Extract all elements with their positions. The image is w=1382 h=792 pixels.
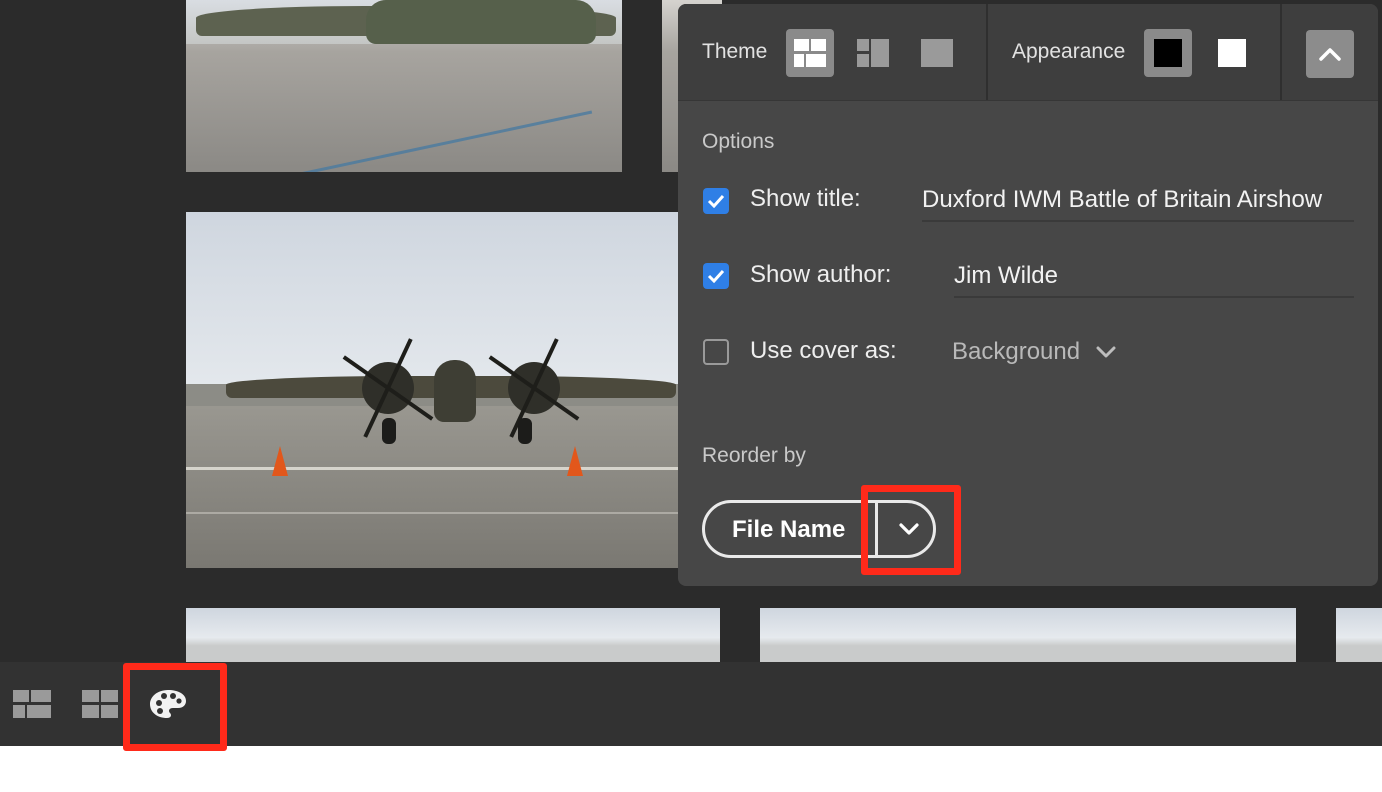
- reorder-select[interactable]: File Name: [702, 500, 936, 558]
- bottom-toolbar: [0, 662, 1382, 751]
- collapse-panel-button[interactable]: [1306, 30, 1354, 78]
- theme-palette-button[interactable]: [148, 684, 188, 724]
- cover-mode-value: Background: [952, 338, 1081, 365]
- chevron-down-icon: [898, 523, 919, 535]
- dark-swatch-icon: [1154, 39, 1182, 67]
- theme-grid-button[interactable]: [849, 29, 897, 77]
- gallery-canvas: Theme Appearance Options Show title: Dux…: [0, 0, 1382, 662]
- grid-view-button[interactable]: [80, 684, 120, 724]
- grid-layout-icon: [857, 39, 889, 67]
- theme-label: Theme: [702, 40, 768, 63]
- reorder-dropdown-button[interactable]: [875, 500, 939, 558]
- photo-thumbnail[interactable]: [186, 608, 720, 662]
- show-title-checkbox[interactable]: [703, 188, 729, 214]
- light-swatch-icon: [1218, 39, 1246, 67]
- photo-thumbnail[interactable]: [186, 212, 678, 568]
- photo-thumbnail[interactable]: [186, 0, 622, 172]
- mosaic-view-button[interactable]: [12, 684, 52, 724]
- palette-icon: [150, 690, 186, 718]
- theme-settings-panel: Theme Appearance Options Show title: Dux…: [678, 4, 1378, 586]
- author-input[interactable]: [954, 256, 1354, 298]
- appearance-light-button[interactable]: [1208, 29, 1256, 77]
- title-input[interactable]: [922, 180, 1354, 222]
- theme-single-button[interactable]: [913, 29, 961, 77]
- mosaic-layout-icon: [13, 690, 51, 718]
- reorder-value: File Name: [732, 516, 846, 543]
- theme-mosaic-button[interactable]: [786, 29, 834, 77]
- show-author-checkbox[interactable]: [703, 263, 729, 289]
- chevron-down-icon: [1096, 346, 1116, 358]
- cover-mode-dropdown[interactable]: Background: [952, 338, 1116, 366]
- show-title-label: Show title:: [750, 185, 861, 212]
- mosaic-layout-icon: [794, 39, 826, 67]
- options-title: Options: [702, 130, 775, 153]
- grid-layout-icon: [82, 690, 118, 718]
- photo-thumbnail[interactable]: [760, 608, 1296, 662]
- photo-thumbnail[interactable]: [1336, 608, 1382, 662]
- header-divider: [1280, 4, 1282, 100]
- checkmark-icon: [707, 269, 725, 283]
- panel-header: Theme Appearance: [678, 4, 1378, 101]
- checkmark-icon: [707, 194, 725, 208]
- chevron-up-icon: [1319, 48, 1341, 61]
- use-cover-checkbox[interactable]: [703, 339, 729, 365]
- appearance-label: Appearance: [1012, 40, 1126, 63]
- reorder-title: Reorder by: [702, 444, 806, 467]
- header-divider: [986, 4, 988, 100]
- single-layout-icon: [921, 39, 953, 67]
- use-cover-label: Use cover as:: [750, 337, 897, 364]
- appearance-dark-button[interactable]: [1144, 29, 1192, 77]
- show-author-label: Show author:: [750, 261, 892, 288]
